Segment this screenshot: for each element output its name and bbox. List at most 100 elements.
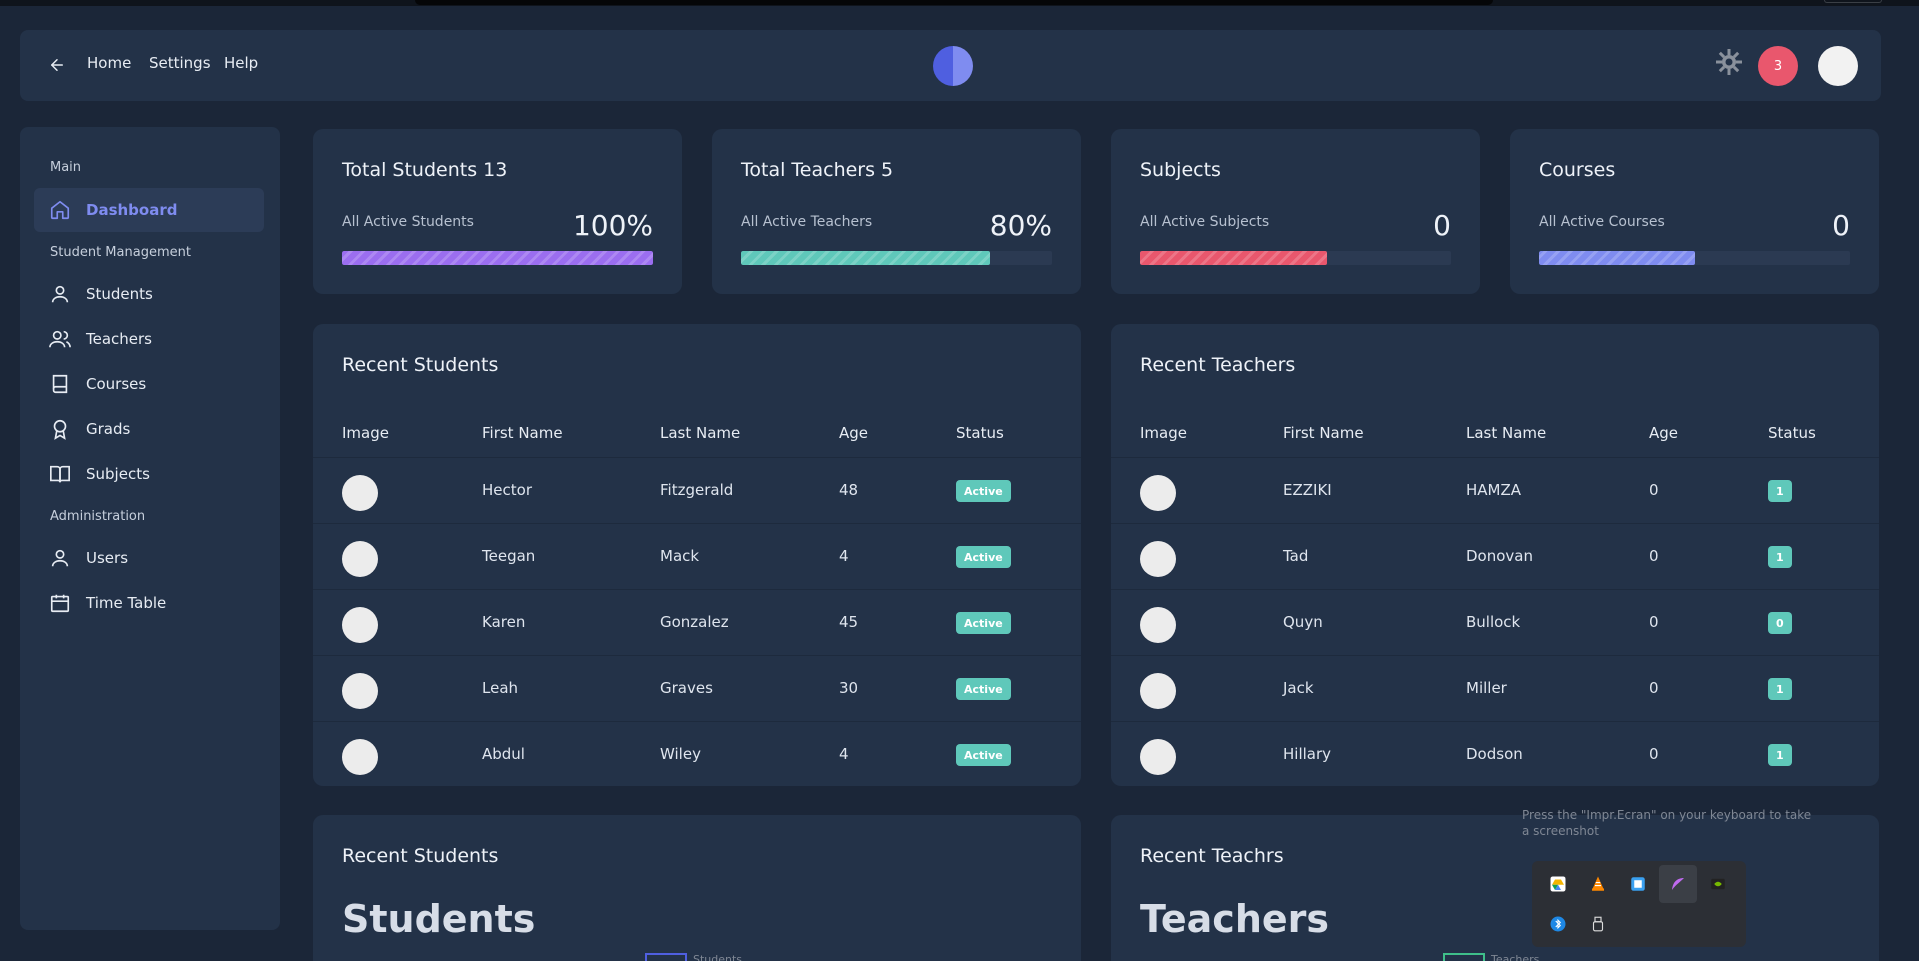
progress-fill: [741, 251, 990, 265]
row-avatar: [342, 739, 378, 775]
table-row[interactable]: Leah Graves 30 Active: [313, 655, 1081, 721]
status-badge: Active: [956, 480, 1011, 502]
last-name-cell: Donovan: [1466, 547, 1533, 565]
column-header: Age: [839, 424, 869, 442]
legend-swatch: [1443, 953, 1485, 961]
vlc-icon[interactable]: [1579, 865, 1617, 903]
sidebar-item-grads[interactable]: Grads: [34, 407, 264, 451]
table-row[interactable]: Jack Miller 0 1: [1111, 655, 1879, 721]
progress-bar: [741, 251, 1052, 265]
book-icon: [48, 372, 72, 396]
table-row[interactable]: Hillary Dodson 0 1: [1111, 721, 1879, 787]
progress-fill: [1140, 251, 1327, 265]
first-name-cell: Karen: [482, 613, 526, 631]
user-icon: [48, 546, 72, 570]
row-avatar: [342, 607, 378, 643]
table-row[interactable]: Tad Donovan 0 1: [1111, 523, 1879, 589]
legend-swatch: [645, 953, 687, 961]
progress-bar: [1140, 251, 1451, 265]
arrow-left-icon: [51, 59, 63, 71]
first-name-cell: Tad: [1283, 547, 1309, 565]
back-button[interactable]: [44, 52, 70, 78]
stat-title: Total Students 13: [342, 159, 508, 181]
sidebar-item-label: Courses: [86, 375, 147, 393]
nav-help-link[interactable]: Help: [224, 54, 258, 72]
first-name-cell: Hector: [482, 481, 532, 499]
sidebar-item-students[interactable]: Students: [34, 272, 264, 316]
card-title: Recent Students: [342, 354, 499, 376]
column-header: First Name: [482, 424, 563, 442]
status-badge: 1: [1768, 480, 1792, 502]
table-row[interactable]: EZZIKI HAMZA 0 1: [1111, 457, 1879, 523]
sidebar-item-label: Users: [86, 549, 129, 567]
feather-icon[interactable]: [1659, 865, 1697, 903]
sidebar-item-teachers[interactable]: Teachers: [34, 317, 264, 361]
first-name-cell: EZZIKI: [1283, 481, 1332, 499]
age-cell: 48: [839, 481, 859, 499]
stat-subtitle: All Active Teachers: [741, 214, 873, 230]
nav-settings-link[interactable]: Settings: [149, 54, 211, 72]
bluetooth-icon[interactable]: [1539, 905, 1577, 943]
last-name-cell: Bullock: [1466, 613, 1521, 631]
card-title: Recent Teachrs: [1140, 845, 1284, 867]
column-header: Image: [1140, 424, 1187, 442]
age-cell: 30: [839, 679, 859, 697]
row-avatar: [1140, 541, 1176, 577]
nvidia-icon[interactable]: [1699, 865, 1737, 903]
column-header: First Name: [1283, 424, 1364, 442]
table-row[interactable]: Hector Fitzgerald 48 Active: [313, 457, 1081, 523]
theme-toggle-icon[interactable]: [1713, 46, 1745, 78]
google-drive-icon[interactable]: [1539, 865, 1577, 903]
card-title: Recent Teachers: [1140, 354, 1296, 376]
window-icon[interactable]: [1619, 865, 1657, 903]
stat-value: 0: [1832, 209, 1850, 242]
status-badge: Active: [956, 612, 1011, 634]
age-cell: 4: [839, 745, 849, 763]
table-row[interactable]: Quyn Bullock 0 0: [1111, 589, 1879, 655]
recent-teachers-card: Recent Teachers Image First Name Last Na…: [1111, 324, 1879, 786]
card-title: Recent Students: [342, 845, 499, 867]
browser-bar: [415, 0, 1493, 5]
first-name-cell: Hillary: [1283, 745, 1332, 763]
age-cell: 45: [839, 613, 859, 631]
age-cell: 4: [839, 547, 849, 565]
column-header: Status: [956, 424, 1004, 442]
stat-card-students: Total Students 13 All Active Students 10…: [313, 129, 682, 294]
age-cell: 0: [1649, 613, 1659, 631]
sidebar-item-courses[interactable]: Courses: [34, 362, 264, 406]
calendar-icon: [48, 591, 72, 615]
last-name-cell: Miller: [1466, 679, 1507, 697]
notification-badge[interactable]: 3: [1758, 46, 1798, 86]
stat-subtitle: All Active Students: [342, 214, 474, 230]
app-logo[interactable]: [933, 46, 973, 86]
sidebar-item-dashboard[interactable]: Dashboard: [34, 188, 264, 232]
table-row[interactable]: Karen Gonzalez 45 Active: [313, 589, 1081, 655]
last-name-cell: HAMZA: [1466, 481, 1522, 499]
stat-card-teachers: Total Teachers 5 All Active Teachers 80%: [712, 129, 1081, 294]
row-avatar: [342, 475, 378, 511]
sidebar-item-users[interactable]: Users: [34, 536, 264, 580]
sidebar-item-label: Teachers: [86, 330, 152, 348]
sidebar-section-student-management: Student Management: [50, 245, 191, 260]
stat-value: 0: [1433, 209, 1451, 242]
age-cell: 0: [1649, 547, 1659, 565]
user-avatar[interactable]: [1818, 46, 1858, 86]
table-row[interactable]: Teegan Mack 4 Active: [313, 523, 1081, 589]
sidebar-item-subjects[interactable]: Subjects: [34, 452, 264, 496]
table-row[interactable]: Abdul Wiley 4 Active: [313, 721, 1081, 787]
column-header: Last Name: [660, 424, 741, 442]
nav-home-link[interactable]: Home: [87, 54, 131, 72]
stat-value: 100%: [572, 209, 653, 242]
sidebar-item-label: Dashboard: [86, 201, 178, 219]
recent-students-card: Recent Students Image First Name Last Na…: [313, 324, 1081, 786]
usb-icon[interactable]: [1579, 905, 1617, 943]
sidebar-item-time-table[interactable]: Time Table: [34, 581, 264, 625]
row-avatar: [1140, 607, 1176, 643]
column-header: Image: [342, 424, 389, 442]
row-avatar: [1140, 475, 1176, 511]
column-header: Status: [1768, 424, 1816, 442]
chart-title: Students: [342, 897, 536, 941]
sidebar-item-label: Students: [86, 285, 153, 303]
row-avatar: [342, 673, 378, 709]
last-name-cell: Graves: [660, 679, 713, 697]
